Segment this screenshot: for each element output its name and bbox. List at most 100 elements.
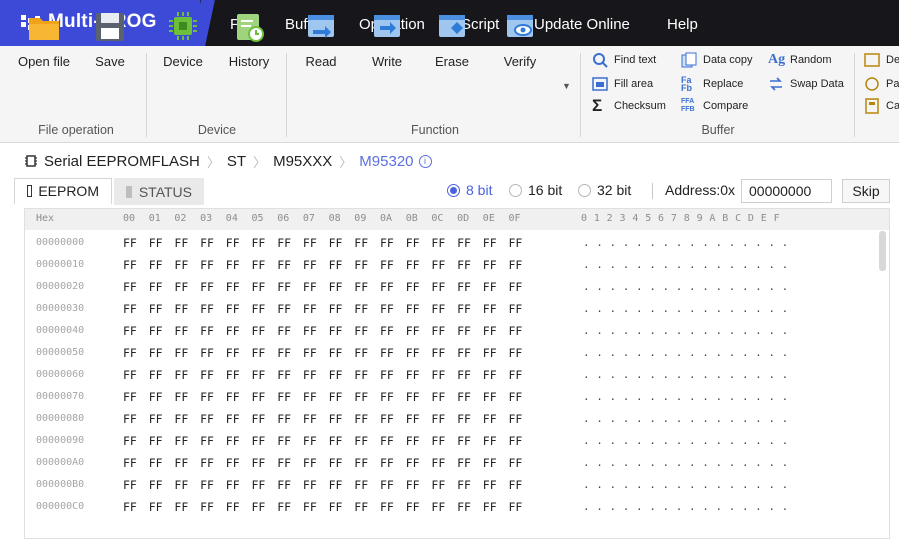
byte-cell[interactable]: FF <box>406 456 420 470</box>
byte-cell[interactable]: FF <box>509 368 523 382</box>
byte-cell[interactable]: FF <box>252 478 266 492</box>
byte-cell[interactable]: FF <box>380 500 394 514</box>
address-input[interactable] <box>741 179 832 203</box>
byte-cell[interactable]: FF <box>226 478 240 492</box>
byte-cell[interactable]: FF <box>174 302 188 316</box>
tab-eeprom[interactable]: EEPROM <box>14 178 112 205</box>
byte-cell[interactable]: FF <box>200 478 214 492</box>
byte-cell[interactable]: FF <box>303 500 317 514</box>
byte-cell[interactable]: FF <box>329 478 343 492</box>
byte-cell[interactable]: FF <box>329 346 343 360</box>
byte-cell[interactable]: FF <box>329 324 343 338</box>
byte-cell[interactable]: FF <box>149 346 163 360</box>
byte-cell[interactable]: FF <box>226 456 240 470</box>
byte-cell[interactable]: FF <box>354 500 368 514</box>
byte-cell[interactable]: FF <box>354 302 368 316</box>
byte-cell[interactable]: FF <box>457 236 471 250</box>
byte-cell[interactable]: FF <box>200 434 214 448</box>
byte-cell[interactable]: FF <box>303 456 317 470</box>
byte-cell[interactable]: FF <box>123 390 137 404</box>
ascii-cell[interactable]: . . . . . . . . . . . . . . . . <box>583 412 788 425</box>
byte-cell[interactable]: FF <box>483 236 497 250</box>
byte-cell[interactable]: FF <box>457 500 471 514</box>
byte-cell[interactable]: FF <box>277 478 291 492</box>
byte-cell[interactable]: FF <box>483 280 497 294</box>
byte-cell[interactable]: FF <box>252 368 266 382</box>
byte-cell[interactable]: FF <box>380 280 394 294</box>
ascii-cell[interactable]: . . . . . . . . . . . . . . . . <box>583 434 788 447</box>
byte-cell[interactable]: FF <box>406 302 420 316</box>
byte-cell[interactable]: FF <box>431 346 445 360</box>
byte-cell[interactable]: FF <box>174 280 188 294</box>
byte-cell[interactable]: FF <box>380 324 394 338</box>
byte-cell[interactable]: FF <box>149 324 163 338</box>
byte-cell[interactable]: FF <box>406 368 420 382</box>
byte-cell[interactable]: FF <box>174 412 188 426</box>
radio-8-bit[interactable]: 8 bit <box>447 182 492 198</box>
byte-cell[interactable]: FF <box>277 280 291 294</box>
byte-cell[interactable]: FF <box>457 478 471 492</box>
ascii-cell[interactable]: . . . . . . . . . . . . . . . . <box>583 280 788 293</box>
byte-cell[interactable]: FF <box>149 456 163 470</box>
byte-cell[interactable]: FF <box>431 456 445 470</box>
byte-cell[interactable]: FF <box>174 346 188 360</box>
byte-cell[interactable]: FF <box>431 500 445 514</box>
byte-cell[interactable]: FF <box>380 456 394 470</box>
byte-cell[interactable]: FF <box>252 280 266 294</box>
open-file-button[interactable]: Open file <box>14 8 74 69</box>
byte-cell[interactable]: FF <box>123 236 137 250</box>
byte-cell[interactable]: FF <box>252 434 266 448</box>
byte-cell[interactable]: FF <box>431 280 445 294</box>
byte-cell[interactable]: FF <box>509 478 523 492</box>
byte-cell[interactable]: FF <box>406 236 420 250</box>
byte-cell[interactable]: FF <box>174 478 188 492</box>
byte-cell[interactable]: FF <box>509 280 523 294</box>
byte-cell[interactable]: FF <box>329 412 343 426</box>
byte-cell[interactable]: FF <box>226 500 240 514</box>
save-button[interactable]: Save <box>80 8 140 69</box>
byte-cell[interactable]: FF <box>380 368 394 382</box>
byte-cell[interactable]: FF <box>303 236 317 250</box>
info-icon[interactable]: i <box>418 154 432 168</box>
byte-cell[interactable]: FF <box>354 390 368 404</box>
swap-data-button[interactable]: Swap Data <box>768 76 844 92</box>
byte-cell[interactable]: FF <box>509 434 523 448</box>
byte-cell[interactable]: FF <box>303 324 317 338</box>
byte-cell[interactable]: FF <box>200 412 214 426</box>
radio-32-bit[interactable]: 32 bit <box>578 182 631 198</box>
tab-status[interactable]: STATUS <box>114 178 204 205</box>
byte-cell[interactable]: FF <box>483 302 497 316</box>
breadcrumb-item-device[interactable]: M95320 <box>359 153 413 170</box>
byte-cell[interactable]: FF <box>457 390 471 404</box>
ascii-cell[interactable]: . . . . . . . . . . . . . . . . <box>583 236 788 249</box>
byte-cell[interactable]: FF <box>252 456 266 470</box>
byte-cell[interactable]: FF <box>123 434 137 448</box>
overflow-item-ca[interactable]: Ca <box>864 98 899 114</box>
byte-cell[interactable]: FF <box>303 302 317 316</box>
byte-cell[interactable]: FF <box>329 258 343 272</box>
byte-cell[interactable]: FF <box>123 280 137 294</box>
breadcrumb-item-vendor[interactable]: ST <box>227 153 246 170</box>
byte-cell[interactable]: FF <box>431 390 445 404</box>
breadcrumb-item-series[interactable]: M95XXX <box>273 153 332 170</box>
byte-cell[interactable]: FF <box>277 346 291 360</box>
byte-cell[interactable]: FF <box>457 280 471 294</box>
byte-cell[interactable]: FF <box>277 456 291 470</box>
byte-cell[interactable]: FF <box>252 236 266 250</box>
ascii-cell[interactable]: . . . . . . . . . . . . . . . . <box>583 258 788 271</box>
byte-cell[interactable]: FF <box>354 478 368 492</box>
byte-cell[interactable]: FF <box>354 236 368 250</box>
byte-cell[interactable]: FF <box>457 434 471 448</box>
menu-help[interactable]: Help <box>667 0 698 46</box>
byte-cell[interactable]: FF <box>483 346 497 360</box>
byte-cell[interactable]: FF <box>380 302 394 316</box>
byte-cell[interactable]: FF <box>354 280 368 294</box>
byte-cell[interactable]: FF <box>303 412 317 426</box>
byte-cell[interactable]: FF <box>252 324 266 338</box>
byte-cell[interactable]: FF <box>123 456 137 470</box>
ascii-cell[interactable]: . . . . . . . . . . . . . . . . <box>583 324 788 337</box>
byte-cell[interactable]: FF <box>329 368 343 382</box>
checksum-button[interactable]: Σ Checksum <box>592 97 666 114</box>
breadcrumb-item-family[interactable]: Serial EEPROMFLASH <box>44 153 200 170</box>
byte-cell[interactable]: FF <box>483 412 497 426</box>
